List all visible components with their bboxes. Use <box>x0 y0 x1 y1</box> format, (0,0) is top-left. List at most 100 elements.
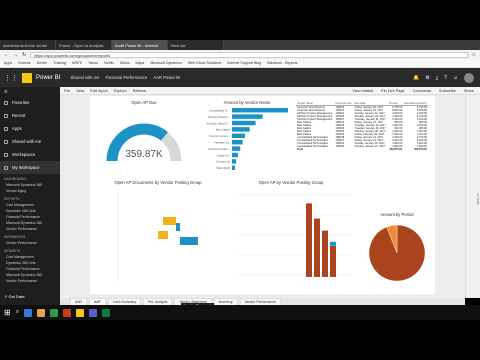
vendor-bar[interactable] <box>232 114 263 119</box>
star-icon <box>4 100 8 105</box>
nav-item-favorites[interactable]: Favorites <box>0 96 60 109</box>
browser-tab[interactable]: New tab <box>168 40 224 50</box>
ap-posting-bar[interactable] <box>322 230 328 277</box>
nav-collapse-icon[interactable]: ☰ <box>0 87 60 96</box>
column-header[interactable]: Remaining Amount <box>403 102 428 106</box>
nav-item-workspaces[interactable]: Workspaces <box>0 148 60 161</box>
ap-documents-bar[interactable] <box>180 237 198 245</box>
vendor-bar[interactable] <box>232 165 235 171</box>
column-header[interactable]: Document No. <box>334 102 354 106</box>
get-data-button[interactable]: ↗ Get Data <box>4 294 24 299</box>
nav-item-recent[interactable]: Recent <box>0 109 60 122</box>
forward-icon[interactable]: → <box>13 52 18 58</box>
bookmark-item[interactable]: Netflix <box>104 61 114 65</box>
ap-documents-bar[interactable] <box>158 231 168 239</box>
nav-item-my-workspace[interactable]: My Workspace <box>0 161 60 174</box>
vendor-bar[interactable] <box>232 159 237 164</box>
vendor-bar-label: Northwind Trade… <box>208 147 230 151</box>
breadcrumb-item[interactable]: AAR Power BI <box>153 75 180 80</box>
vendor-bar[interactable] <box>232 127 250 132</box>
bookmark-item[interactable]: Yahoo <box>88 61 98 65</box>
taskbar-app-icon[interactable] <box>89 308 98 317</box>
gear-icon[interactable]: ⚙ <box>425 75 429 81</box>
bookmark-item[interactable]: Windows - Reports <box>267 61 297 65</box>
clock-icon <box>4 113 8 118</box>
file-menu[interactable]: File <box>64 89 70 93</box>
ap-documents-bar[interactable] <box>163 217 176 225</box>
browser-tab-active[interactable]: Audit Power BI - Interest <box>112 40 168 50</box>
breadcrumb-item[interactable]: Shared with me <box>70 75 99 80</box>
breadcrumb-item[interactable]: Financial Performance <box>105 75 147 80</box>
bookmark-item[interactable]: Web Cloud Solutions <box>188 61 222 65</box>
taskbar-app-icon[interactable] <box>76 308 85 317</box>
ap-posting-bar[interactable] <box>306 203 312 277</box>
bookmark-item[interactable]: MSFS <box>72 61 82 65</box>
nav-item-apps[interactable]: Apps <box>0 122 60 135</box>
bell-icon[interactable]: 🔔 <box>413 75 419 81</box>
vendor-bar[interactable] <box>232 152 238 158</box>
refresh-button[interactable]: Refresh <box>133 89 146 93</box>
explore-menu[interactable]: Explore <box>114 89 127 93</box>
bookmark-item[interactable]: Microsoft Dynamics <box>150 61 181 65</box>
download-icon[interactable]: ⤓ <box>436 75 438 81</box>
vendor-bar-label: Litware Inc. <box>217 153 231 157</box>
ap-posting-bar[interactable] <box>314 218 320 277</box>
vendor-bar-label: Wide World <box>217 166 231 170</box>
bookmark-item[interactable]: Music <box>120 61 129 65</box>
taskbar-app-icon[interactable] <box>37 308 46 317</box>
windows-start-icon[interactable]: ⊞ <box>4 308 11 317</box>
filters-pane-collapsed[interactable]: FILTERS <box>465 95 480 298</box>
bookmark-item[interactable]: Internet Support Blog <box>227 61 261 65</box>
bookmark-item[interactable]: Outlook <box>18 61 30 65</box>
ap-documents-visual[interactable]: Open AP Documents by Vendor Posting Grou… <box>98 180 218 288</box>
bookmark-item[interactable]: Maps <box>136 61 145 65</box>
vendor-bar[interactable] <box>232 133 245 139</box>
vendor-bar[interactable] <box>232 139 243 145</box>
bookmark-item[interactable]: Apps <box>4 61 12 65</box>
total-label: Total <box>297 148 304 151</box>
nav-item-shared[interactable]: Shared with me <box>0 135 60 148</box>
taskbar-app-icon[interactable] <box>102 308 111 317</box>
star-icon[interactable]: ☆ <box>472 52 476 58</box>
section-dashboards: Dashboards <box>4 177 27 181</box>
ap-documents-bar[interactable] <box>176 223 180 231</box>
total-amount: 359,873.87 <box>389 148 403 151</box>
share-button[interactable]: Share <box>464 89 474 93</box>
back-icon[interactable]: ← <box>4 52 9 58</box>
comments-button[interactable]: Comments <box>413 89 431 93</box>
ap-posting-visual[interactable]: Open AP by Vendor Posting Group <box>226 180 356 288</box>
ap-posting-bar[interactable] <box>330 241 336 246</box>
section-workbooks: Workbooks <box>4 235 26 239</box>
pin-page-button[interactable]: Pin Live Page <box>381 89 404 93</box>
vendor-bar-visual[interactable]: Amount by Vendor Name Consolidated Te… AR… <box>202 100 292 178</box>
app-launcher-icon[interactable]: ⋮⋮ <box>4 74 18 82</box>
reload-icon[interactable]: ↻ <box>22 52 26 58</box>
taskbar-app-icon[interactable] <box>50 308 59 317</box>
windows-taskbar: ⊞ ⌕ <box>0 305 480 320</box>
period-pie-visual[interactable]: Amount by Period <box>362 212 432 288</box>
subscribe-button[interactable]: Subscribe <box>439 89 456 93</box>
page-tab-strip: AAR AAP Cash Summary PnL Analysis Vendor… <box>60 297 465 306</box>
edit-report-button[interactable]: Edit report <box>90 89 108 93</box>
url-input[interactable]: https://app.powerbi.com/groups/me/report… <box>30 51 468 58</box>
browser-tab[interactable]: dashboards:home center <box>0 40 56 50</box>
view-related-button[interactable]: View related <box>352 89 373 93</box>
vendor-bar[interactable] <box>232 146 241 151</box>
section-reports: Reports <box>4 197 20 201</box>
bookmark-item[interactable]: Training <box>53 61 66 65</box>
browser-tab[interactable]: Power - Open ai analysis <box>56 40 112 50</box>
taskbar-app-icon[interactable] <box>24 308 33 317</box>
taskbar-app-icon[interactable] <box>63 308 72 317</box>
ap-posting-bar[interactable] <box>330 245 336 277</box>
vendor-bar[interactable] <box>232 107 288 113</box>
help-icon[interactable]: ? <box>444 75 447 81</box>
smile-icon[interactable]: ☺ <box>453 75 458 81</box>
ap-table-visual[interactable]: Vendor Name Document No. Due Date Amount… <box>296 102 428 174</box>
bookmark-item[interactable]: Dexter <box>37 61 48 65</box>
view-menu[interactable]: View <box>76 89 84 93</box>
avatar[interactable] <box>464 72 474 83</box>
gauge-visual[interactable]: Open AP Due 359.87K <box>98 100 190 172</box>
nav-sub-item[interactable]: Vendor Performance <box>0 278 60 284</box>
search-icon[interactable]: ⌕ <box>16 309 19 316</box>
vendor-bar[interactable] <box>232 120 256 126</box>
